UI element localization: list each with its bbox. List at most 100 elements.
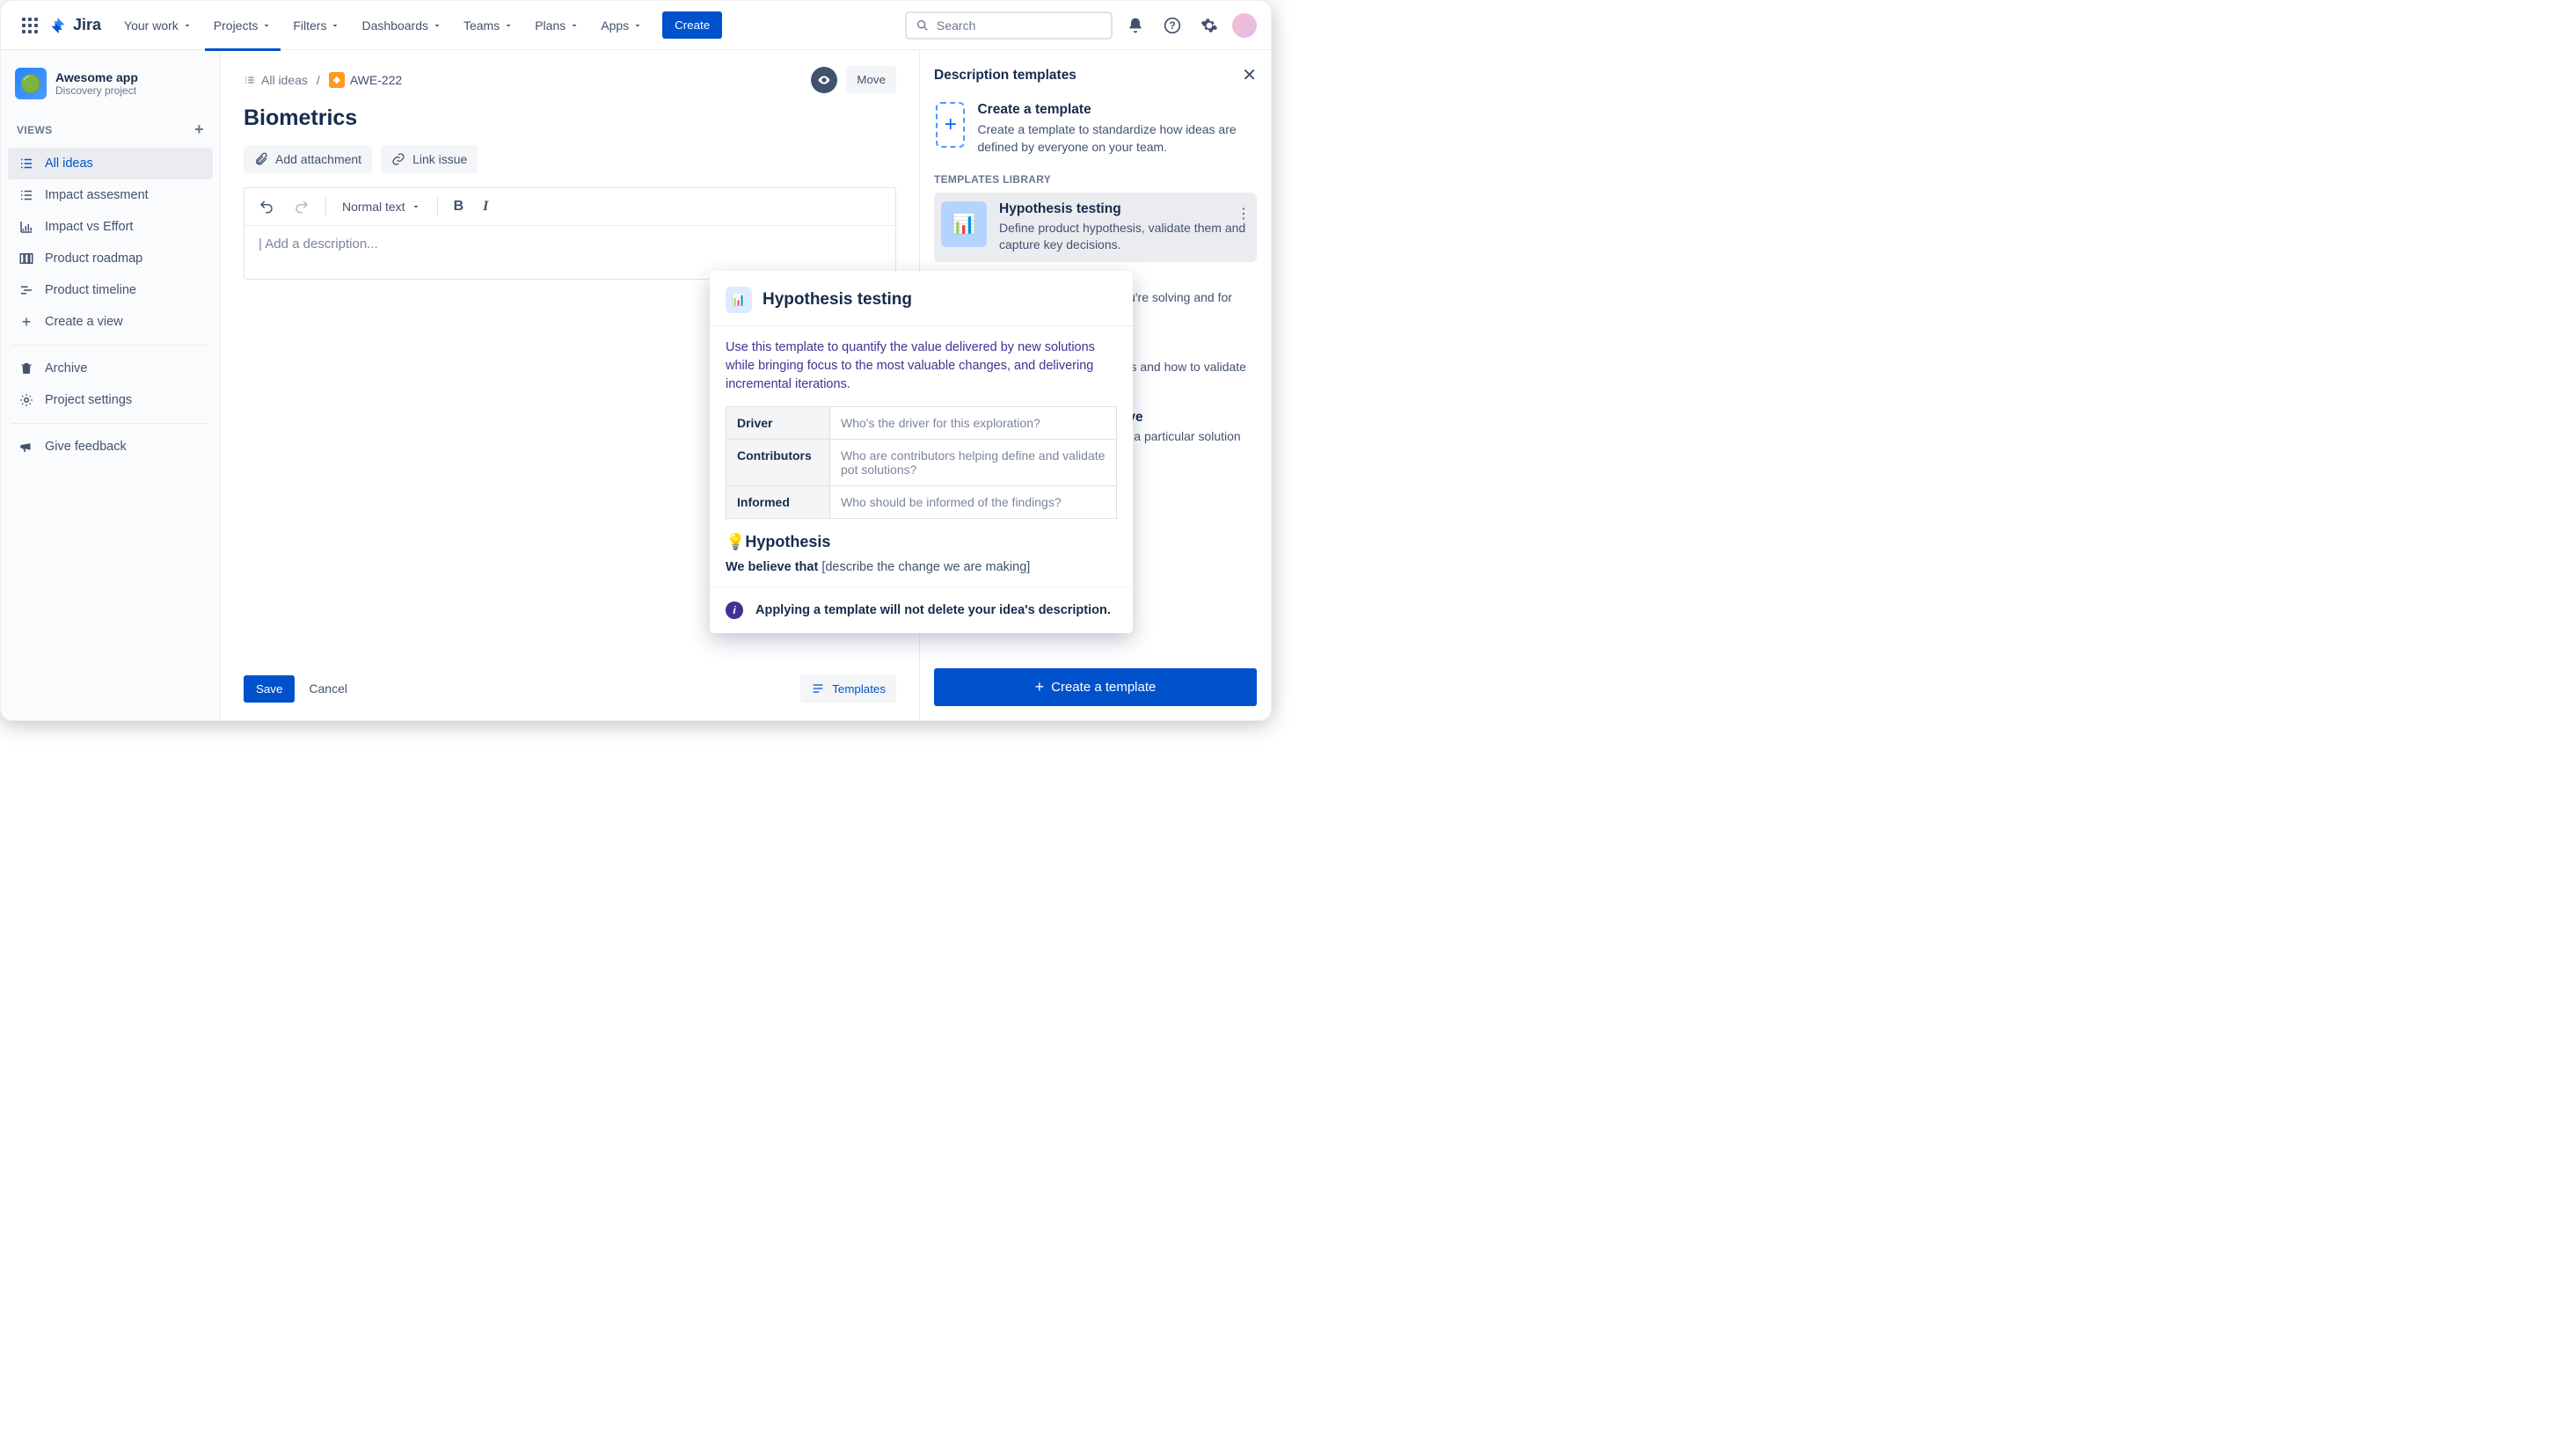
top-navigation: Jira Your work Projects Filters Dashboar…	[1, 1, 1271, 50]
redo-button[interactable]	[290, 195, 313, 218]
link-icon	[391, 152, 405, 166]
save-button[interactable]: Save	[244, 675, 295, 703]
plus-icon: +	[18, 314, 34, 330]
table-header-cell: Informed	[726, 486, 830, 519]
svg-text:?: ?	[1169, 20, 1175, 32]
templates-button[interactable]: Templates	[800, 674, 896, 703]
board-icon	[18, 251, 34, 266]
gear-icon	[18, 392, 34, 408]
description-editor: Normal text B I | Add a description...	[244, 187, 896, 280]
sidebar-project-settings[interactable]: Project settings	[8, 384, 213, 416]
plus-icon: +	[936, 102, 965, 148]
settings-icon[interactable]	[1195, 11, 1223, 40]
bold-button[interactable]: B	[450, 195, 468, 218]
list-icon	[18, 156, 34, 171]
product-name: Jira	[73, 16, 101, 34]
sidebar-item-impact-vs-effort[interactable]: Impact vs Effort	[8, 211, 213, 243]
chevron-down-icon	[182, 20, 193, 31]
sidebar: 🟢 Awesome app Discovery project VIEWS + …	[1, 50, 221, 720]
nav-teams[interactable]: Teams	[455, 11, 522, 40]
sidebar-item-create-view[interactable]: +Create a view	[8, 306, 213, 338]
sidebar-item-product-roadmap[interactable]: Product roadmap	[8, 243, 213, 274]
timeline-icon	[18, 282, 34, 298]
sidebar-item-all-ideas[interactable]: All ideas	[8, 148, 213, 179]
preview-roles-table: DriverWho's the driver for this explorat…	[726, 406, 1117, 519]
project-subtitle: Discovery project	[55, 84, 138, 97]
more-actions-icon[interactable]: ⋮	[1237, 205, 1252, 222]
add-view-icon[interactable]: +	[194, 120, 204, 139]
table-cell: Who are contributors helping define and …	[830, 440, 1117, 486]
link-issue-button[interactable]: Link issue	[381, 145, 478, 173]
search-icon	[916, 18, 930, 33]
trash-icon	[18, 361, 34, 376]
breadcrumb-issue-key[interactable]: ◆AWE-222	[329, 72, 402, 88]
create-button[interactable]: Create	[662, 11, 722, 39]
template-preview-popover: 📊 Hypothesis testing Use this template t…	[710, 271, 1133, 633]
sidebar-item-impact-assessment[interactable]: Impact assesment	[8, 179, 213, 211]
project-name: Awesome app	[55, 70, 138, 84]
nav-your-work[interactable]: Your work	[115, 11, 201, 40]
table-header-cell: Driver	[726, 407, 830, 440]
template-hypothesis-testing[interactable]: 📊 Hypothesis testingDefine product hypot…	[934, 193, 1257, 262]
table-cell: Who should be informed of the findings?	[830, 486, 1117, 519]
sidebar-archive[interactable]: Archive	[8, 353, 213, 384]
nav-projects[interactable]: Projects	[205, 11, 281, 40]
cancel-button[interactable]: Cancel	[309, 681, 347, 696]
views-heading: VIEWS +	[8, 112, 213, 148]
chevron-down-icon	[411, 201, 421, 212]
project-header[interactable]: 🟢 Awesome app Discovery project	[8, 62, 213, 112]
jira-logo[interactable]: Jira	[48, 16, 101, 35]
list-icon	[244, 74, 256, 86]
chart-icon: 📊	[941, 201, 987, 247]
preview-intro: Use this template to quantify the value …	[726, 339, 1117, 394]
search-input[interactable]: Search	[905, 11, 1113, 40]
chart-icon: 📊	[726, 287, 752, 313]
table-cell: Who's the driver for this exploration?	[830, 407, 1117, 440]
help-icon[interactable]: ?	[1158, 11, 1186, 40]
info-icon: i	[726, 601, 743, 619]
close-icon[interactable]: ✕	[1242, 64, 1257, 86]
chevron-down-icon	[330, 20, 340, 31]
create-template-title: Create a template	[977, 102, 1255, 118]
chevron-down-icon	[503, 20, 514, 31]
sidebar-give-feedback[interactable]: Give feedback	[8, 431, 213, 463]
library-heading: TEMPLATES LIBRARY	[934, 173, 1257, 186]
hypothesis-text: We believe that [describe the change we …	[726, 560, 1117, 574]
move-button[interactable]: Move	[846, 66, 896, 93]
text-style-dropdown[interactable]: Normal text	[339, 196, 425, 217]
editor-toolbar: Normal text B I	[244, 188, 895, 226]
chevron-down-icon	[432, 20, 442, 31]
chevron-down-icon	[632, 20, 643, 31]
chevron-down-icon	[569, 20, 580, 31]
idea-type-icon: ◆	[329, 72, 345, 88]
preview-info-note: i Applying a template will not delete yo…	[710, 587, 1133, 633]
project-icon: 🟢	[15, 68, 47, 99]
undo-button[interactable]	[255, 195, 278, 218]
nav-dashboards[interactable]: Dashboards	[353, 11, 451, 40]
table-header-cell: Contributors	[726, 440, 830, 486]
sidebar-item-product-timeline[interactable]: Product timeline	[8, 274, 213, 306]
templates-icon	[811, 681, 825, 696]
notifications-icon[interactable]	[1121, 11, 1149, 40]
nav-filters[interactable]: Filters	[284, 11, 349, 40]
breadcrumb: All ideas / ◆AWE-222 Move	[221, 50, 919, 102]
panel-title: Description templates	[934, 68, 1076, 84]
breadcrumb-root[interactable]: All ideas	[244, 73, 308, 87]
list-icon	[18, 187, 34, 203]
watch-icon[interactable]	[811, 67, 837, 93]
nav-plans[interactable]: Plans	[526, 11, 588, 40]
user-avatar[interactable]	[1232, 13, 1257, 38]
add-attachment-button[interactable]: Add attachment	[244, 145, 372, 173]
megaphone-icon	[18, 439, 34, 455]
italic-button[interactable]: I	[479, 195, 492, 218]
page-title[interactable]: Biometrics	[221, 102, 919, 145]
attachment-icon	[254, 152, 268, 166]
create-template-card[interactable]: + Create a template Create a template to…	[934, 98, 1257, 170]
nav-apps[interactable]: Apps	[592, 11, 652, 40]
preview-title: Hypothesis testing	[763, 290, 912, 310]
app-switcher-icon[interactable]	[15, 11, 45, 40]
main-content: All ideas / ◆AWE-222 Move Biometrics Add…	[221, 50, 919, 720]
search-placeholder: Search	[937, 18, 975, 33]
hypothesis-heading: 💡Hypothesis	[726, 533, 1117, 551]
create-template-button[interactable]: +Create a template	[934, 668, 1257, 706]
